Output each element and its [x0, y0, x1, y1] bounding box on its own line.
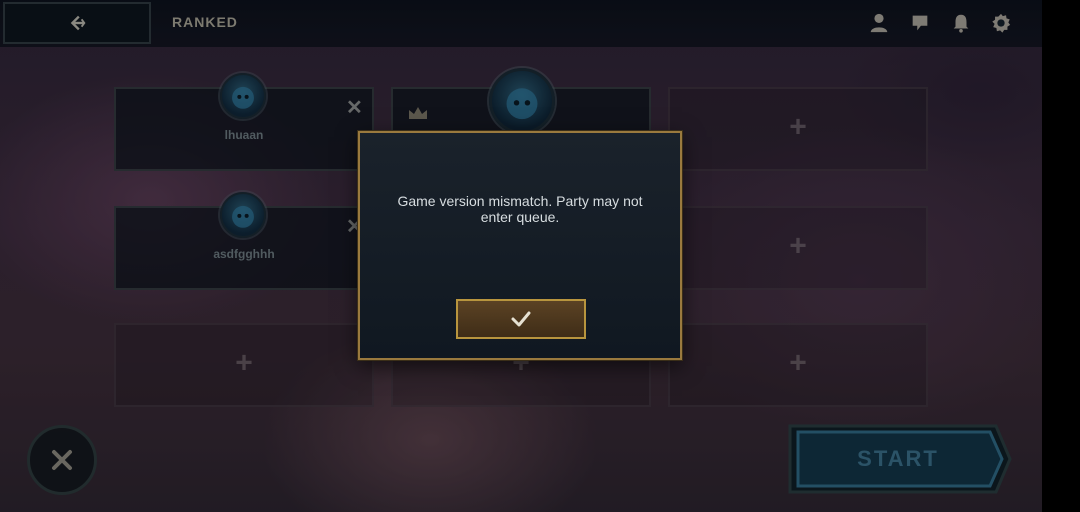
checkmark-icon — [511, 311, 531, 327]
screen-edge-bar — [1042, 0, 1080, 512]
dialog-message: Game version mismatch. Party may not ent… — [397, 193, 643, 225]
version-mismatch-dialog: Game version mismatch. Party may not ent… — [358, 131, 682, 360]
lobby-background: RANKED lhuaan ✕ + asdfgghhh ✕ + + + + ST… — [0, 0, 1042, 512]
confirm-button[interactable] — [456, 299, 586, 339]
